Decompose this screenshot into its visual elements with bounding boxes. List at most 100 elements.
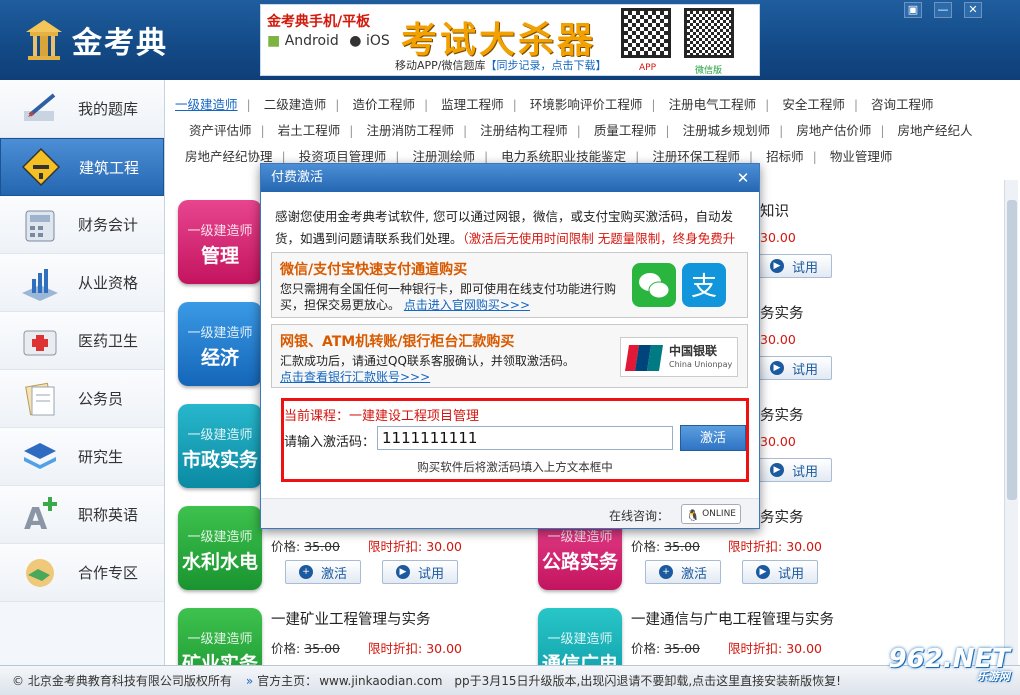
wechat-icon xyxy=(632,263,676,307)
sidebar-item-postgraduate[interactable]: 研究生 xyxy=(0,428,164,486)
course-tile[interactable]: 一级建造师 水利水电 xyxy=(178,506,262,590)
layers-icon xyxy=(18,437,62,477)
category-link[interactable]: 一级建造师 xyxy=(175,92,238,118)
tile-top-text: 一级建造师 xyxy=(187,530,253,545)
play-icon: ▶ xyxy=(769,361,784,375)
content-scrollbar[interactable] xyxy=(1004,180,1018,665)
sidebar-item-civil-service[interactable]: 公务员 xyxy=(0,370,164,428)
category-link[interactable]: 招标师 xyxy=(766,144,804,170)
status-bar: © 北京金考典教育科技有限公司版权所有 » 官方主页： www.jinkaodi… xyxy=(0,665,1020,695)
minimize-button[interactable]: — xyxy=(934,2,952,18)
category-link[interactable]: 注册结构工程师 xyxy=(480,118,568,144)
app-logo: 金考典 xyxy=(24,16,168,64)
scrollbar-thumb[interactable] xyxy=(1007,200,1017,500)
close-window-button[interactable]: ✕ xyxy=(964,2,982,18)
documents-icon xyxy=(18,379,62,419)
tile-main-text: 市政实务 xyxy=(181,449,258,471)
category-link[interactable]: 岩土工程师 xyxy=(278,118,341,144)
official-site-buy-link[interactable]: 点击进入官网购买>>> xyxy=(404,298,530,312)
trial-button[interactable]: ▶ 试用 xyxy=(756,458,832,482)
category-link[interactable]: 资产评估师 xyxy=(189,118,252,144)
course-title[interactable]: 务实务 xyxy=(760,404,804,425)
play-icon: ▶ xyxy=(769,259,784,273)
old-price: 35.00 xyxy=(304,539,340,554)
course-tile[interactable]: 一级建造师 经济 xyxy=(178,302,262,386)
activation-code-input[interactable] xyxy=(377,426,673,450)
current-course-label: 当前课程：一建建设工程项目管理 xyxy=(284,409,480,424)
tile-main-text: 公路实务 xyxy=(541,551,618,573)
category-link[interactable]: 注册城乡规划师 xyxy=(683,118,771,144)
trial-button[interactable]: ▶ 试用 xyxy=(756,356,832,380)
activation-box: 当前课程：一建建设工程项目管理 请输入激活码： 激活 购买软件后将激活码填入上方… xyxy=(281,398,749,482)
activate-button[interactable]: + 激活 xyxy=(645,560,721,584)
update-ticker[interactable]: pp于3月15日升级版本,出现闪退请不要卸载,点击这里直接安装新版恢复! xyxy=(454,672,841,689)
deal-price: 30.00 xyxy=(426,641,462,656)
promo-banner[interactable]: 金考典手机/平板 ■ Android ● iOS 考试大杀器 移动APP/微信题… xyxy=(260,4,760,76)
banner-headline: 考试大杀器 xyxy=(401,20,597,61)
sidebar-item-my-questions[interactable]: 我的题库 xyxy=(0,80,164,138)
category-link[interactable]: 质量工程师 xyxy=(594,118,657,144)
deal-price: 30.00 xyxy=(786,539,822,554)
price-label: 价格: xyxy=(631,539,661,554)
sidebar-item-label: 职称英语 xyxy=(78,506,139,524)
deal-label: 限时折扣: xyxy=(368,641,423,656)
deal-price: 30.00 xyxy=(760,434,796,449)
category-link[interactable]: 造价工程师 xyxy=(352,92,415,118)
sidebar-item-finance[interactable]: 财务会计 xyxy=(0,196,164,254)
bank-account-link[interactable]: 点击查看银行汇款账号>>> xyxy=(280,370,430,384)
payment-option-title: 网银、ATM机转账/银行柜台汇款购买 xyxy=(280,334,515,350)
qq-penguin-icon: 🐧 xyxy=(686,509,700,522)
sidebar-item-cooperation[interactable]: 合作专区 xyxy=(0,544,164,602)
trial-button[interactable]: ▶ 试用 xyxy=(756,254,832,278)
sidebar-item-label: 研究生 xyxy=(78,448,124,466)
dialog-footer: 在线咨询： 🐧 ONLINE xyxy=(261,498,759,528)
category-link[interactable]: 环境影响评价工程师 xyxy=(530,92,643,118)
dialog-close-button[interactable]: ✕ xyxy=(733,168,753,188)
category-link[interactable]: 房地产经纪人 xyxy=(898,118,973,144)
sidebar-item-english[interactable]: A 职称英语 xyxy=(0,486,164,544)
deal-price: 30.00 xyxy=(426,539,462,554)
course-title[interactable]: 务实务 xyxy=(760,506,804,527)
sidebar-item-label: 建筑工程 xyxy=(79,158,140,177)
banner-download-link[interactable]: 【同步记录，点击下载】 xyxy=(486,59,607,72)
trial-button[interactable]: ▶ 试用 xyxy=(742,560,818,584)
activate-button[interactable]: + 激活 xyxy=(285,560,361,584)
payment-option-desc: 汇款成功后，请通过QQ联系客服确认，并领取激活码。 点击查看银行汇款账号>>> xyxy=(280,353,630,385)
dialog-body: 感谢您使用金考典考试软件, 您可以通过网银，微信，或支付宝购买激活码，自动发货，… xyxy=(261,192,759,498)
sidebar-item-medical[interactable]: 医药卫生 xyxy=(0,312,164,370)
online-badge-text: ONLINE xyxy=(702,509,736,519)
unionpay-en: China Unionpay xyxy=(669,360,733,369)
qr-app-label: APP xyxy=(639,63,657,73)
activate-label: 激活 xyxy=(320,566,347,582)
category-link[interactable]: 咨询工程师 xyxy=(871,92,934,118)
banner-ios: iOS xyxy=(365,33,390,49)
category-link[interactable]: 房地产估价师 xyxy=(796,118,871,144)
chevron-right-icon: » xyxy=(245,673,254,688)
category-link[interactable]: 物业管理师 xyxy=(830,144,893,170)
course-title[interactable]: 务实务 xyxy=(760,302,804,323)
sidebar-item-construction[interactable]: 建筑工程 xyxy=(0,138,164,196)
tile-top-text: 一级建造师 xyxy=(187,326,253,341)
home-link[interactable]: www.jinkaodian.com xyxy=(319,674,442,688)
course-title[interactable]: 知识 xyxy=(760,200,789,221)
course-price: 30.00 xyxy=(760,434,796,449)
category-link[interactable]: 监理工程师 xyxy=(441,92,504,118)
course-title[interactable]: 一建通信与广电工程管理与实务 xyxy=(631,608,834,629)
restore-button[interactable]: ▣ xyxy=(904,2,922,18)
unionpay-cn: 中国银联 xyxy=(669,344,718,358)
sidebar-item-qualification[interactable]: 从业资格 xyxy=(0,254,164,312)
category-link[interactable]: 注册消防工程师 xyxy=(366,118,454,144)
category-link[interactable]: 安全工程师 xyxy=(782,92,845,118)
pencil-book-icon xyxy=(18,89,62,129)
trial-button[interactable]: ▶ 试用 xyxy=(382,560,458,584)
course-tile[interactable]: 一级建造师 市政实务 xyxy=(178,404,262,488)
category-link[interactable]: 二级建造师 xyxy=(264,92,327,118)
android-icon: ■ xyxy=(267,33,281,49)
deal-label: 限时折扣: xyxy=(728,641,783,656)
course-tile[interactable]: 一级建造师 管理 xyxy=(178,200,262,284)
course-title[interactable]: 一建矿业工程管理与实务 xyxy=(271,608,431,629)
online-chat-button[interactable]: 🐧 ONLINE xyxy=(681,504,741,524)
category-link[interactable]: 注册电气工程师 xyxy=(669,92,757,118)
tile-top-text: 一级建造师 xyxy=(187,428,253,443)
activate-submit-button[interactable]: 激活 xyxy=(680,425,746,451)
